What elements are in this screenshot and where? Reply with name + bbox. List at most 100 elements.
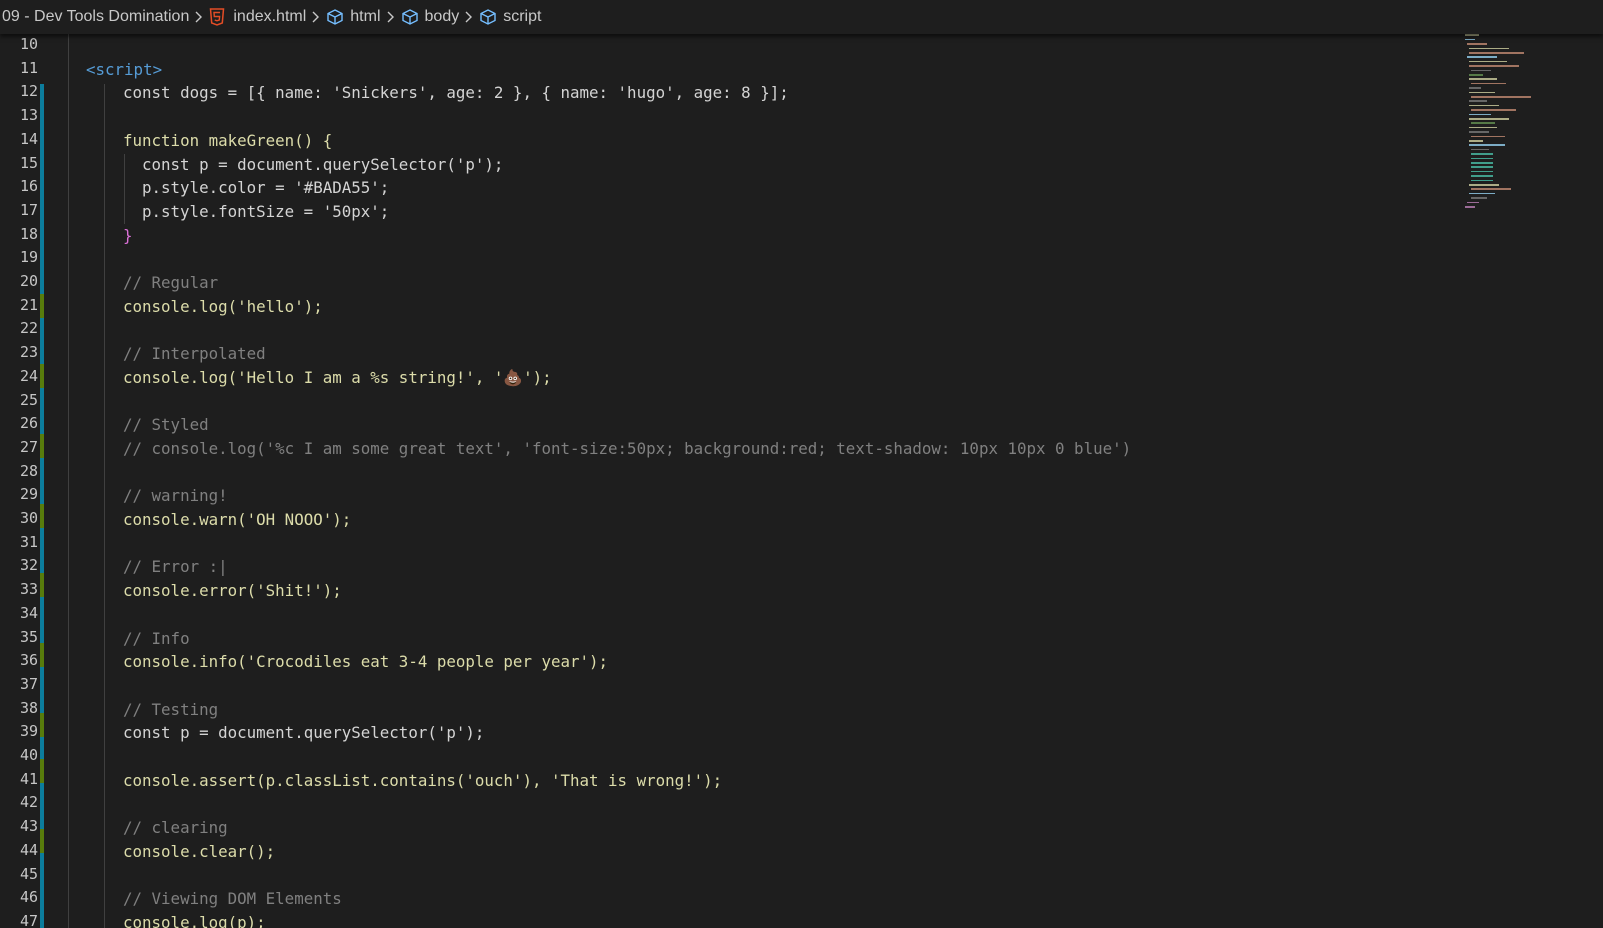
- code-line[interactable]: console.error('Shit!');: [123, 579, 342, 603]
- line-number: 27: [19, 437, 38, 456]
- line-number: 30: [19, 509, 38, 527]
- minimap-line: [1469, 78, 1497, 80]
- code-text: // Viewing DOM Elements: [123, 889, 342, 909]
- code-line[interactable]: <script>: [86, 58, 162, 82]
- breadcrumb-html-label: html: [350, 8, 381, 25]
- code-text: const dogs = [{ name: 'Snickers', age: 2…: [123, 83, 789, 103]
- code-text: // Error :|: [123, 557, 228, 577]
- minimap-line: [1471, 170, 1493, 173]
- breadcrumb-folder[interactable]: 09 - Dev Tools Domination: [2, 8, 189, 26]
- git-modified-indicator[interactable]: [40, 294, 44, 318]
- code-line[interactable]: }: [123, 224, 133, 248]
- line-number: 36: [19, 651, 38, 670]
- git-modified-indicator[interactable]: [40, 504, 44, 528]
- code-text: const p = document.querySelector('p');: [142, 154, 504, 174]
- code-area[interactable]: <script> const dogs = [{ name: 'Snickers…: [66, 34, 1456, 928]
- code-text: console.log('Hello I am a %s string!', '…: [123, 367, 552, 387]
- code-text: <script>: [86, 59, 163, 79]
- git-modified-indicator[interactable]: [40, 364, 44, 388]
- code-text: // Info: [123, 628, 190, 648]
- code-line[interactable]: // warning!: [123, 484, 228, 508]
- line-number: 10: [19, 35, 38, 53]
- minimap-line: [1469, 126, 1497, 129]
- code-line[interactable]: function makeGreen() {: [123, 129, 332, 153]
- code-text: console.info('Crocodiles eat 3-4 people …: [123, 652, 609, 672]
- code-line[interactable]: p.style.fontSize = '50px';: [142, 200, 389, 224]
- code-text: // warning!: [123, 486, 228, 506]
- code-line[interactable]: const p = document.querySelector('p');: [123, 721, 484, 745]
- code-line[interactable]: console.clear();: [123, 840, 275, 864]
- minimap-line: [1469, 74, 1483, 76]
- line-number: 18: [19, 224, 38, 243]
- code-text: // console.log('%c I am some great text'…: [123, 438, 1132, 458]
- code-text: console.clear();: [123, 841, 276, 861]
- chevron-right-icon: [386, 9, 396, 25]
- minimap-line: [1471, 96, 1531, 98]
- code-line[interactable]: p.style.color = '#BADA55';: [142, 176, 389, 200]
- git-modified-indicator[interactable]: [40, 434, 44, 458]
- minimap-line: [1469, 65, 1519, 67]
- code-line[interactable]: // Styled: [123, 413, 209, 437]
- minimap-line: [1469, 87, 1481, 89]
- git-modified-indicator[interactable]: [40, 829, 44, 853]
- git-modified-indicator[interactable]: [40, 713, 44, 737]
- code-line[interactable]: const p = document.querySelector('p');: [142, 153, 503, 177]
- minimap-line: [1471, 197, 1487, 199]
- breadcrumb-body[interactable]: body: [401, 8, 460, 26]
- code-text: // Interpolated: [123, 344, 266, 364]
- breadcrumb-script[interactable]: script: [479, 8, 541, 26]
- git-modified-indicator[interactable]: [40, 759, 44, 783]
- code-line[interactable]: // Interpolated: [123, 342, 266, 366]
- git-modified-indicator[interactable]: [40, 643, 44, 667]
- code-line[interactable]: // console.log('%c I am some great text'…: [123, 437, 1131, 461]
- code-line[interactable]: // Testing: [123, 698, 218, 722]
- minimap-line: [1467, 43, 1487, 45]
- line-number: 15: [19, 153, 38, 172]
- code-line[interactable]: // Info: [123, 627, 190, 651]
- line-number: 11: [19, 58, 38, 77]
- breadcrumb-file[interactable]: index.html: [209, 8, 306, 26]
- code-text: console.log(p);: [123, 912, 266, 928]
- breadcrumb-body-label: body: [424, 8, 460, 25]
- cube-symbol-icon: [401, 8, 419, 26]
- breadcrumb-script-label: script: [503, 8, 542, 25]
- minimap-line: [1469, 100, 1487, 102]
- line-number: 38: [19, 698, 38, 717]
- git-modified-indicator[interactable]: [40, 573, 44, 597]
- minimap-line: [1469, 144, 1505, 146]
- minimap-line: [1471, 175, 1493, 177]
- code-line[interactable]: const dogs = [{ name: 'Snickers', age: 2…: [123, 81, 789, 105]
- minimap-line: [1465, 34, 1479, 36]
- line-number: 46: [19, 888, 38, 907]
- html5-file-icon: [209, 8, 227, 26]
- breadcrumb: 09 - Dev Tools Domination index.html htm…: [0, 0, 1603, 34]
- code-line[interactable]: // Error :|: [123, 555, 228, 579]
- breadcrumb-folder-label: 09 - Dev Tools Domination: [2, 8, 190, 25]
- code-line[interactable]: // clearing: [123, 816, 228, 840]
- code-line[interactable]: console.info('Crocodiles eat 3-4 people …: [123, 650, 608, 674]
- code-line[interactable]: // Viewing DOM Elements: [123, 887, 342, 911]
- code-text: p.style.fontSize = '50px';: [142, 201, 390, 221]
- breadcrumb-html[interactable]: html: [326, 8, 381, 26]
- line-number: 19: [19, 248, 38, 267]
- line-number: 34: [19, 603, 38, 622]
- line-number: 32: [19, 556, 38, 575]
- code-line[interactable]: // Regular: [123, 271, 218, 295]
- cube-symbol-icon: [326, 8, 344, 26]
- code-text: // Styled: [123, 415, 209, 435]
- minimap-line: [1471, 82, 1506, 85]
- minimap-line: [1467, 56, 1497, 58]
- code-line[interactable]: console.log(p);: [123, 911, 266, 928]
- code-line[interactable]: console.warn('OH NOOO');: [123, 508, 351, 532]
- minimap-line: [1469, 47, 1509, 50]
- minimap-line: [1471, 179, 1493, 182]
- code-line[interactable]: console.log('Hello I am a %s string!', '…: [123, 366, 552, 390]
- minimap-line: [1465, 206, 1475, 208]
- code-line[interactable]: console.log('hello');: [123, 295, 323, 319]
- minimap[interactable]: [1463, 30, 1573, 230]
- minimap-line: [1471, 109, 1516, 111]
- line-number: 31: [19, 532, 38, 551]
- code-line[interactable]: console.assert(p.classList.contains('ouc…: [123, 769, 722, 793]
- minimap-line: [1465, 38, 1475, 41]
- code-editor[interactable]: 09 - Dev Tools Domination index.html htm…: [0, 0, 1603, 928]
